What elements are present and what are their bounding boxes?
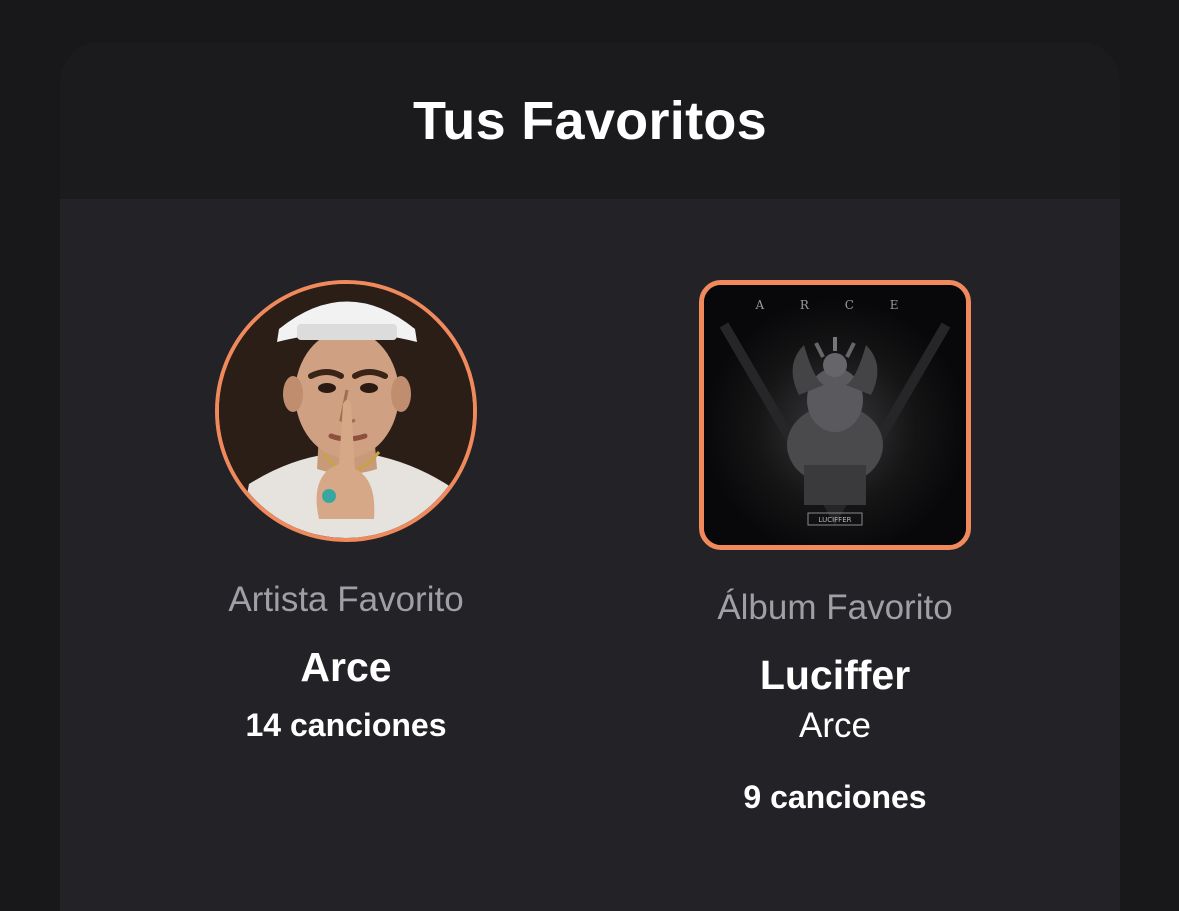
artist-portrait-image [219,284,473,538]
artist-song-count: 14 canciones [245,707,447,743]
album-section-label: Álbum Favorito [717,588,953,627]
card-body: Artista Favorito Arce 14 canciones LUCIF… [60,199,1120,911]
album-cover-image: LUCIFFER A R C E [704,285,966,545]
album-cover-caption: LUCIFFER [819,516,852,524]
favorites-card: Tus Favoritos Artista Favorito Arce 14 c… [60,42,1120,911]
artist-photo[interactable] [215,280,477,542]
album-cover-title: A R C E [754,298,914,312]
artist-name: Arce [300,644,392,690]
artist-section-label: Artista Favorito [228,580,464,619]
page-title: Tus Favoritos [413,90,767,151]
favorite-album[interactable]: LUCIFFER A R C E Álbum Favorito Luciffer… [625,280,1045,816]
card-header: Tus Favoritos [60,42,1120,199]
album-name: Luciffer [759,652,911,698]
album-artist: Arce [799,706,871,745]
album-cover[interactable]: LUCIFFER A R C E [699,280,971,550]
album-song-count: 9 canciones [743,779,927,815]
favorite-artist[interactable]: Artista Favorito Arce 14 canciones [136,280,556,744]
